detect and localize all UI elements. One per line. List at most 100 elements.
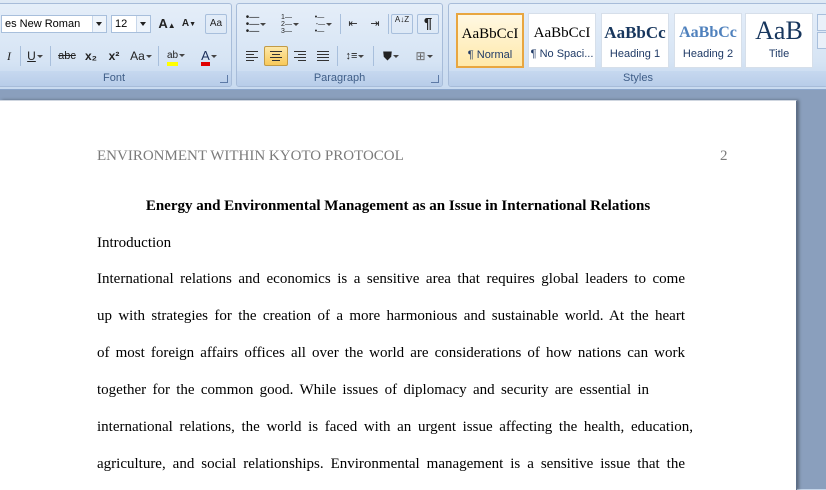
- shrink-font-button[interactable]: A▼: [179, 14, 199, 34]
- body-line: together for the common good. While issu…: [97, 382, 649, 398]
- font-group: es New Roman 12 A▲ A▼ Aa I U abc x₂ x² A…: [0, 3, 232, 87]
- page-number: 2: [720, 148, 728, 164]
- divider: [373, 46, 374, 66]
- change-case-icon: Aa: [130, 49, 145, 63]
- style-name: Heading 2: [682, 48, 734, 60]
- superscript-button[interactable]: x²: [104, 46, 124, 66]
- font-size-dropdown-arrow[interactable]: [136, 16, 150, 32]
- section-heading: Introduction: [97, 235, 172, 251]
- paragraph-group-label: Paragraph: [237, 71, 442, 86]
- font-group-label: Font: [0, 71, 231, 86]
- gallery-scroll-down-button[interactable]: [817, 32, 826, 49]
- running-header: ENVIRONMENT WITHIN KYOTO PROTOCOL: [97, 148, 404, 164]
- multilevel-list-button[interactable]: •— -— •—: [309, 14, 337, 36]
- body-line: agriculture, and social relationships. E…: [97, 456, 685, 472]
- line-spacing-icon: ↕≡: [345, 50, 358, 62]
- styles-group-label: Styles: [449, 71, 826, 86]
- style-normal[interactable]: AaBbCcI ¶ Normal: [456, 13, 524, 68]
- grow-font-icon: A: [158, 16, 168, 31]
- divider: [388, 14, 389, 34]
- strikethrough-button[interactable]: abc: [55, 46, 79, 66]
- document-page[interactable]: ENVIRONMENT WITHIN KYOTO PROTOCOL 2 Ener…: [0, 100, 797, 490]
- document-title: Energy and Environmental Management as a…: [145, 198, 651, 214]
- paragraph-group: •— •— •— 1— 2— 3— •— -— •— ⇤ ⇥ A↓Z ¶ ↕≡ ⛊ ⊞ P…: [236, 3, 443, 87]
- justify-icon: [317, 51, 329, 62]
- styles-group: AaBbCcI ¶ Normal AaBbCcI ¶ No Spaci... A…: [448, 3, 826, 87]
- style-name: ¶ No Spaci...: [530, 48, 594, 60]
- numbering-icon: 1— 2— 3—: [281, 14, 292, 36]
- style-sample: AaBbCcI: [461, 26, 519, 42]
- underline-icon: U: [27, 49, 36, 63]
- text-highlight-button[interactable]: ab: [162, 46, 190, 66]
- sort-button[interactable]: A↓Z: [391, 14, 413, 34]
- align-center-button[interactable]: [264, 46, 288, 66]
- font-size-combo[interactable]: 12: [111, 15, 151, 33]
- borders-button[interactable]: ⊞: [409, 46, 439, 66]
- subscript-button[interactable]: x₂: [81, 46, 101, 66]
- font-name-combo[interactable]: es New Roman: [1, 15, 107, 33]
- style-sample: AaBbCcI: [533, 25, 591, 41]
- sort-icon: A↓Z: [394, 15, 410, 24]
- line-spacing-button[interactable]: ↕≡: [340, 46, 370, 66]
- style-no-spacing[interactable]: AaBbCcI ¶ No Spaci...: [528, 13, 596, 68]
- style-heading-1[interactable]: AaBbCc Heading 1: [601, 13, 669, 68]
- align-left-icon: [246, 51, 258, 62]
- style-sample: AaBbCc: [604, 23, 666, 42]
- style-sample: AaB: [755, 16, 803, 45]
- style-title[interactable]: AaB Title: [745, 13, 813, 68]
- paragraph-dialog-launcher-icon[interactable]: [431, 75, 439, 83]
- ribbon: es New Roman 12 A▲ A▼ Aa I U abc x₂ x² A…: [0, 0, 826, 90]
- decrease-indent-icon: ⇤: [348, 18, 358, 30]
- font-color-icon: A: [201, 49, 210, 66]
- multilevel-list-icon: •— -— •—: [313, 14, 326, 36]
- divider: [158, 46, 159, 66]
- italic-button[interactable]: I: [1, 46, 17, 66]
- body-line: international relations, the world is fa…: [97, 419, 693, 435]
- divider: [20, 46, 21, 66]
- bullets-button[interactable]: •— •— •—: [241, 12, 271, 38]
- divider: [50, 46, 51, 66]
- grow-font-button[interactable]: A▲: [157, 14, 177, 34]
- show-hide-marks-button[interactable]: ¶: [417, 14, 439, 34]
- font-color-button[interactable]: A: [195, 46, 223, 66]
- body-line: of most foreign affairs offices all over…: [97, 345, 685, 361]
- underline-button[interactable]: U: [24, 46, 46, 66]
- change-case-button[interactable]: Aa: [127, 46, 155, 66]
- align-center-icon: [270, 51, 282, 62]
- borders-icon: ⊞: [415, 49, 426, 63]
- font-size-value: 12: [115, 18, 128, 30]
- shading-button[interactable]: ⛊: [376, 46, 406, 66]
- font-dialog-launcher-icon[interactable]: [220, 75, 228, 83]
- highlight-label: ab: [166, 50, 179, 61]
- style-heading-2[interactable]: AaBbCc Heading 2: [674, 13, 742, 68]
- superscript-icon: x²: [108, 49, 120, 63]
- pilcrow-icon: ¶: [423, 15, 433, 32]
- style-sample: AaBbCc: [679, 24, 737, 41]
- divider: [337, 46, 338, 66]
- font-name-value: es New Roman: [5, 18, 81, 30]
- increase-indent-icon: ⇥: [370, 18, 380, 30]
- divider: [340, 14, 341, 34]
- align-right-button[interactable]: [289, 46, 311, 66]
- font-name-dropdown-arrow[interactable]: [92, 16, 106, 32]
- align-left-button[interactable]: [241, 46, 263, 66]
- highlighter-icon: ab: [166, 50, 179, 66]
- align-right-icon: [294, 51, 306, 62]
- numbering-button[interactable]: 1— 2— 3—: [275, 14, 305, 36]
- increase-indent-button[interactable]: ⇥: [365, 14, 385, 34]
- justify-button[interactable]: [312, 46, 334, 66]
- paint-bucket-icon: ⛊: [382, 49, 392, 63]
- style-name: Heading 1: [609, 48, 661, 60]
- subscript-icon: x₂: [84, 49, 97, 63]
- font-color-label: A: [201, 48, 210, 63]
- gallery-scroll-up-button[interactable]: [817, 14, 826, 31]
- italic-icon: I: [7, 49, 11, 63]
- decrease-indent-button[interactable]: ⇤: [343, 14, 363, 34]
- body-line: International relations and economics is…: [97, 271, 685, 287]
- body-line: up with strategies for the creation of a…: [97, 308, 685, 324]
- style-name: ¶ Normal: [467, 49, 513, 61]
- clear-formatting-button[interactable]: Aa: [205, 14, 227, 34]
- style-name: Title: [768, 48, 790, 60]
- clear-formatting-icon: Aa: [209, 18, 223, 29]
- bullets-icon: •— •— •—: [245, 12, 260, 38]
